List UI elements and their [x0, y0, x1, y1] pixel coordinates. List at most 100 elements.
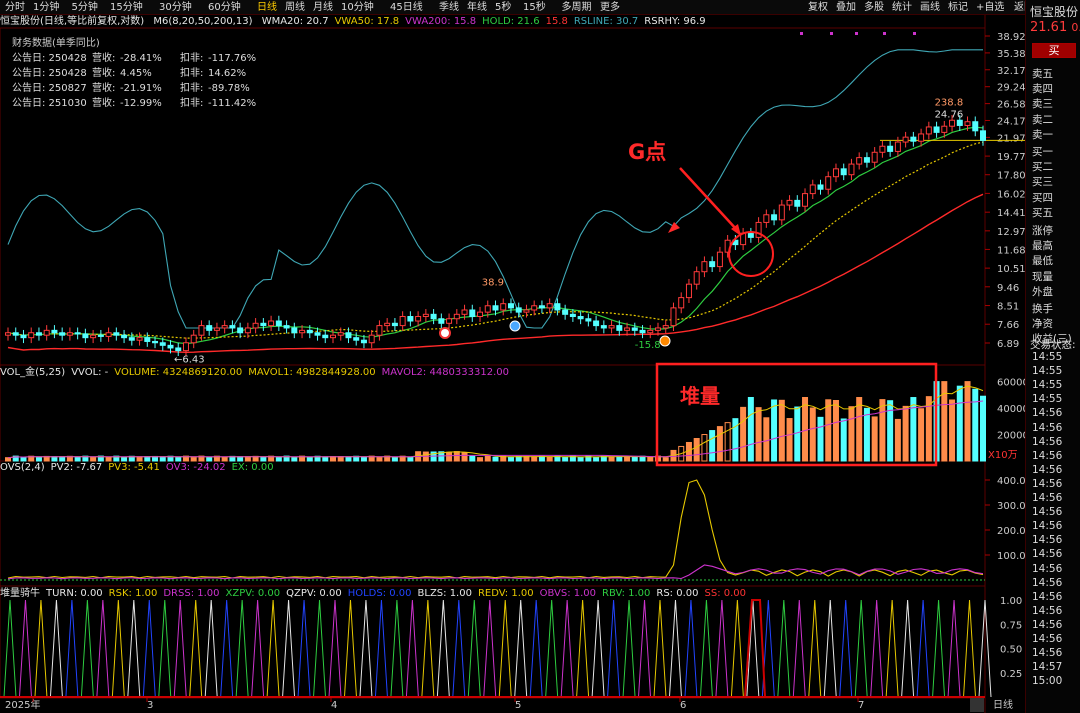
ma-legend-bar: 恒宝股份(日线,等比前复权,对数) M6(8,20,50,200,13) WMA… [0, 15, 1025, 29]
candle-body [709, 261, 716, 268]
candle-body [964, 121, 971, 126]
candle-body [182, 342, 189, 352]
candle-body [28, 332, 35, 339]
dlqn-axis-label: 1.00 [1000, 596, 1022, 607]
period-tab-6[interactable]: 日线 [257, 0, 277, 15]
ma-items-2: VWA200: 15.8 [405, 16, 477, 27]
price-axis-label: 32.17 [997, 66, 1025, 77]
dlqn-signal [622, 599, 636, 698]
candle-body [871, 151, 878, 163]
fin-np: 14.62% [208, 68, 247, 79]
orderbook-row: 买五 [1032, 206, 1053, 219]
stack-volume-label: 堆量 [680, 384, 720, 408]
top-mark-label: 238.8 [935, 98, 964, 109]
candle-body [275, 320, 282, 327]
tick-time: 14:56 [1032, 534, 1063, 547]
price-axis-label: 9.46 [997, 283, 1019, 294]
period-tab-10[interactable]: 45日线 [390, 0, 423, 15]
dlqn-items-8: OBVS: 1.00 [539, 588, 597, 599]
tick-time: 14:56 [1032, 520, 1063, 533]
dlqn-signal [545, 599, 559, 698]
candle-body [330, 334, 336, 339]
dlqn-items-1: RSK: 1.00 [108, 588, 158, 599]
volume-bar [817, 416, 824, 462]
candle-body [554, 303, 561, 311]
dlqn-signal [405, 599, 419, 698]
tick-time: 14:56 [1032, 562, 1063, 575]
financial-title: 财务数据(单季同比) [12, 38, 100, 49]
ovs-axis-label: 200.0 [997, 526, 1025, 537]
toolbar-item-1[interactable]: 叠加 [836, 0, 856, 15]
volume-bar [724, 422, 731, 462]
buy-button[interactable]: 买 [1032, 43, 1076, 58]
fin-rev_label: 营收: [92, 68, 116, 79]
candle-body [345, 332, 352, 339]
candle-body [43, 329, 50, 336]
period-tab-1[interactable]: 1分钟 [33, 0, 59, 15]
orderbook-row: 买一 [1032, 146, 1053, 158]
volume-bar [918, 408, 925, 462]
dlqn-signal [916, 599, 930, 698]
fin-rev: -28.41% [120, 53, 162, 64]
volume-bar [740, 406, 747, 462]
recent-mark-label: 24.76 [935, 109, 964, 120]
candle-body [430, 313, 437, 320]
candle-body [925, 126, 932, 135]
fin-rev_label: 营收: [92, 53, 116, 64]
ma-items-1: VWA50: 17.8 [334, 16, 400, 27]
x-axis-label: 5 [515, 700, 521, 711]
candle-body [105, 332, 112, 337]
period-tab-11[interactable]: 季线 [439, 0, 459, 15]
period-tab-15[interactable]: 多周期 [562, 0, 592, 15]
price-axis-label: 21.97 [997, 133, 1025, 144]
toolbar-item-4[interactable]: 画线 [920, 0, 940, 15]
candle-body [933, 126, 940, 133]
tick-time: 14:56 [1032, 449, 1063, 462]
toolbar-item-3[interactable]: 统计 [892, 0, 912, 15]
candle-body [585, 318, 592, 322]
period-tab-7[interactable]: 周线 [285, 0, 305, 15]
dlqn-signal [607, 599, 621, 698]
toolbar-item-2[interactable]: 多股 [864, 0, 884, 15]
tick-time: 14:56 [1032, 576, 1063, 589]
dlqn-signal [374, 599, 388, 698]
dlqn-axis-label: 0.75 [1000, 620, 1022, 631]
candle-body [299, 329, 306, 334]
volume-bar [771, 399, 778, 462]
toolbar-item-5[interactable]: 标记 [948, 0, 968, 15]
dlqn-signal [963, 599, 977, 698]
period-tab-2[interactable]: 5分钟 [72, 0, 98, 15]
orderbook-row: 卖一 [1032, 128, 1053, 141]
candle-body [941, 125, 948, 133]
period-tab-5[interactable]: 60分钟 [208, 0, 241, 15]
dlqn-signal [96, 599, 110, 698]
period-tab-9[interactable]: 10分钟 [341, 0, 374, 15]
purple-dot-marker [800, 32, 803, 35]
candle-body [5, 332, 11, 336]
price-axis-label: 17.80 [997, 171, 1025, 182]
candle-body [910, 136, 917, 142]
period-tab-4[interactable]: 30分钟 [159, 0, 192, 15]
toolbar-item-0[interactable]: 复权 [808, 0, 828, 15]
dlqn-signal [638, 599, 652, 698]
volume-bar [786, 418, 793, 462]
candle-body [825, 176, 832, 190]
candle-body [152, 340, 159, 344]
period-tab-14[interactable]: 15秒 [523, 0, 546, 15]
period-tab-16[interactable]: 更多 [600, 0, 620, 15]
candle-body [306, 329, 313, 334]
period-tab-3[interactable]: 15分钟 [110, 0, 143, 15]
dlqn-signal [777, 599, 791, 698]
orderbook-row: 最低 [1032, 255, 1053, 268]
period-tab-8[interactable]: 月线 [313, 0, 333, 15]
vol-indicator-bar: VOL_金(5,25) VVOL: - VOLUME: 4324869120.00 M… [0, 366, 985, 379]
candle-body [546, 303, 553, 309]
period-tab-13[interactable]: 5秒 [495, 0, 511, 15]
period-tab-12[interactable]: 年线 [467, 0, 487, 15]
dlqn-items-2: DRSS: 1.00 [163, 588, 220, 599]
volume-bar [980, 395, 986, 462]
toolbar-item-6[interactable]: +自选 [976, 0, 1004, 15]
period-tab-0[interactable]: 分时 [5, 0, 25, 15]
volume-bar [446, 451, 453, 462]
candle-body [159, 342, 166, 346]
